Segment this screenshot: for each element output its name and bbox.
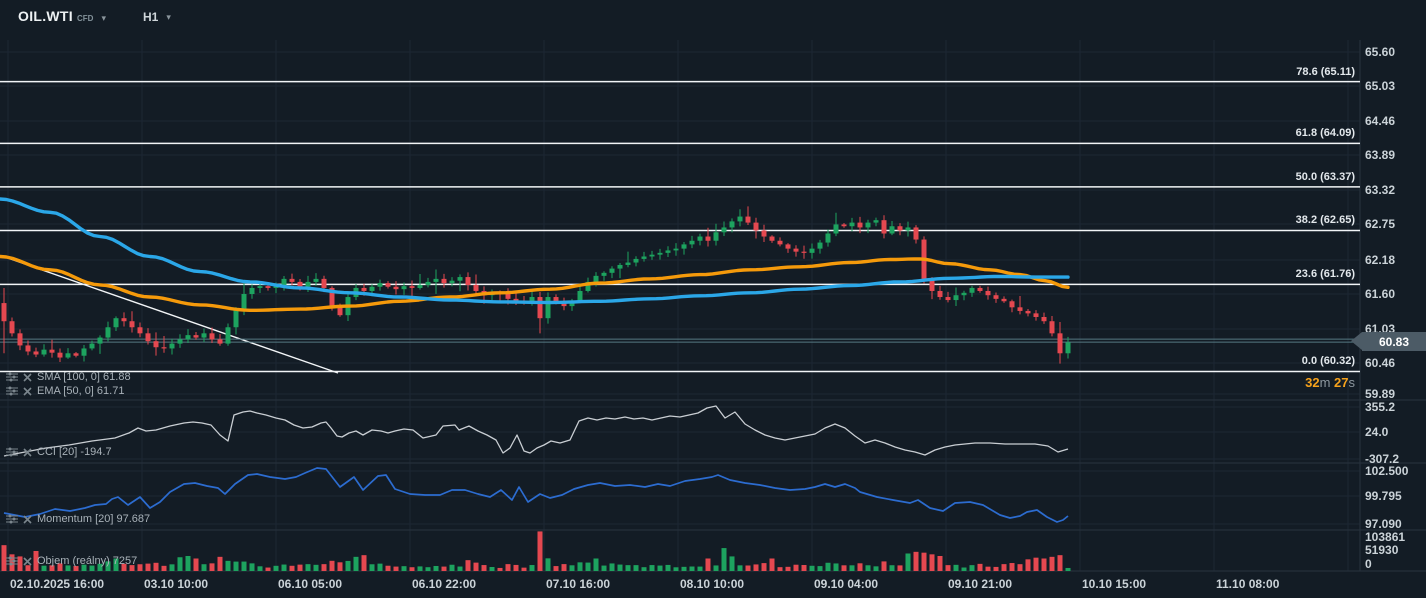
symbol-name: OIL.WTI: [18, 8, 73, 24]
instrument-type-tag: CFD: [77, 14, 93, 23]
countdown-sec-unit: s: [1349, 375, 1356, 390]
indicator-remove-icon[interactable]: [23, 387, 32, 396]
fib-level-label: 61.8 (64.09): [1296, 127, 1355, 140]
timeframe-label: H1: [143, 10, 158, 24]
chart-canvas[interactable]: [0, 0, 1426, 598]
fib-level-label: 23.6 (61.76): [1296, 268, 1355, 281]
indicator-remove-icon[interactable]: [23, 373, 32, 382]
indicator-settings-icon[interactable]: [6, 556, 18, 566]
countdown-min-unit: m: [1320, 375, 1331, 390]
countdown-minutes: 32: [1305, 375, 1319, 390]
indicator-row-sma: SMA [100, 0] 61.88: [6, 370, 131, 384]
indicator-label-cci: CCI [20] -194.7: [37, 446, 112, 458]
candle-countdown: 32m 27s: [1305, 375, 1355, 390]
indicator-row-ema: EMA [50, 0] 61.71: [6, 384, 124, 398]
indicator-label-volume: Objem (reálny) 7257: [37, 555, 137, 567]
countdown-seconds: 27: [1334, 375, 1348, 390]
current-price-value: 60.83: [1379, 335, 1409, 349]
fib-level-label: 38.2 (62.65): [1296, 214, 1355, 227]
indicator-label-sma: SMA [100, 0] 61.88: [37, 371, 131, 383]
indicator-row-momentum: Momentum [20] 97.687: [6, 512, 150, 526]
fib-level-label: 0.0 (60.32): [1302, 355, 1355, 368]
symbol-selector[interactable]: OIL.WTI CFD ▾: [18, 8, 106, 24]
indicator-settings-icon[interactable]: [6, 386, 18, 396]
timeframe-selector[interactable]: H1 ▾: [143, 10, 171, 24]
indicator-label-ema: EMA [50, 0] 61.71: [37, 385, 124, 397]
chevron-down-icon: ▾: [166, 12, 171, 23]
chevron-down-icon: ▾: [101, 13, 106, 24]
indicator-row-volume: Objem (reálny) 7257: [6, 554, 137, 568]
indicator-remove-icon[interactable]: [23, 557, 32, 566]
indicator-settings-icon[interactable]: [6, 514, 18, 524]
indicator-settings-icon[interactable]: [6, 447, 18, 457]
indicator-remove-icon[interactable]: [23, 448, 32, 457]
indicator-remove-icon[interactable]: [23, 515, 32, 524]
price-axis[interactable]: [1360, 40, 1426, 571]
indicator-row-cci: CCI [20] -194.7: [6, 445, 112, 459]
indicator-label-momentum: Momentum [20] 97.687: [37, 513, 150, 525]
fib-level-label: 78.6 (65.11): [1296, 66, 1355, 79]
time-axis[interactable]: [0, 571, 1426, 598]
current-price-tag: 60.83: [1362, 332, 1426, 351]
trading-chart-window: OIL.WTI CFD ▾ H1 ▾ 65.6065.0364.4663.896…: [0, 0, 1426, 598]
indicator-settings-icon[interactable]: [6, 372, 18, 382]
fib-level-label: 50.0 (63.37): [1296, 171, 1355, 184]
